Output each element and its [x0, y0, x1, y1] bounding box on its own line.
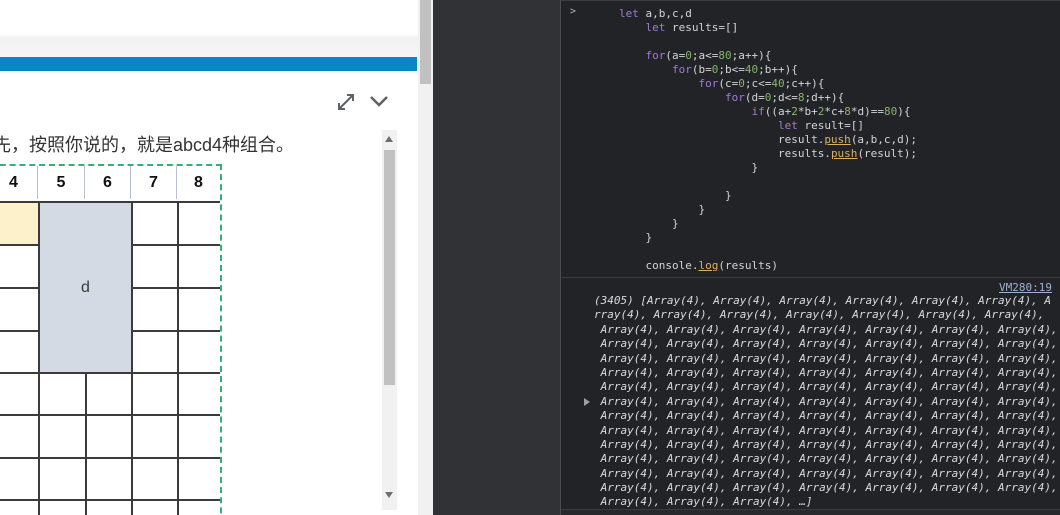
console-output-line: Array(4), Array(4), Array(4), Array(4), … — [594, 466, 1058, 480]
page-scrollbar-thumb[interactable] — [420, 0, 431, 84]
console-output-line: Array(4), Array(4), Array(4), Array(4), … — [594, 437, 1058, 451]
console-output-line: Array(4), Array(4), Array(4), Array(4), … — [584, 395, 1058, 409]
code-line[interactable]: } — [619, 161, 917, 175]
page-panel: 先，按照你说的，就是abcd4种组合。 45678 d — [0, 0, 433, 515]
code-line[interactable]: } — [619, 217, 917, 231]
code-line[interactable]: result.push(a,b,c,d); — [619, 133, 917, 147]
console-output-line: Array(4), Array(4), Array(4), Array(4), … — [594, 452, 1058, 466]
code-line[interactable]: } — [619, 203, 917, 217]
chevron-down-icon[interactable] — [368, 95, 390, 114]
code-line[interactable] — [619, 35, 917, 49]
scroll-up-icon[interactable] — [385, 136, 393, 142]
code-line[interactable]: } — [619, 189, 917, 203]
code-line[interactable]: let results=[] — [619, 21, 917, 35]
page-scrollbar[interactable] — [418, 0, 433, 515]
console-output-line: Array(4), Array(4), Array(4), Array(4), … — [594, 351, 1058, 365]
console-output-line: Array(4), Array(4), Array(4), Array(4), … — [594, 423, 1058, 437]
grid-line — [177, 201, 179, 515]
console-output-line: Array(4), Array(4), Array(4), Array(4), … — [594, 409, 1058, 423]
content-scrollbar-thumb[interactable] — [384, 150, 395, 385]
caption-text: 先，按照你说的，就是abcd4种组合。 — [0, 135, 295, 155]
console-output-line: Array(4), Array(4), Array(4), …] — [594, 495, 813, 509]
code-line[interactable]: let a,b,c,d — [619, 7, 917, 21]
grid-line — [0, 457, 220, 459]
code-line[interactable] — [619, 175, 917, 189]
spreadsheet-selection: 45678 d — [0, 164, 222, 515]
console-entry-separator — [561, 277, 1060, 278]
code-line[interactable]: let result=[] — [619, 119, 917, 133]
code-line[interactable]: for(c=0;c<=40;c++){ — [619, 77, 917, 91]
console-output-line: Array(4), Array(4), Array(4), Array(4), … — [594, 481, 1058, 495]
merged-cell-label: d — [81, 278, 90, 296]
console-prompt-icon: > — [570, 6, 577, 17]
console-output: (3405) [Array(4), Array(4), Array(4), Ar… — [584, 294, 1058, 510]
code-line[interactable]: results.push(result); — [619, 147, 917, 161]
column-header: 4 — [0, 166, 38, 199]
console-panel: > let a,b,c,d let results=[] for(a=0;a<=… — [560, 0, 1060, 515]
merged-cell-d: d — [38, 201, 133, 374]
expander-triangle-icon[interactable] — [584, 398, 590, 407]
table-grid: d — [0, 201, 220, 515]
code-line[interactable]: } — [619, 231, 917, 245]
console-output-line: Array(4), Array(4), Array(4), Array(4), … — [594, 337, 1058, 351]
scroll-down-icon[interactable] — [385, 492, 393, 498]
console-output-line: (3405) [Array(4), Array(4), Array(4), Ar… — [594, 294, 1051, 307]
column-header: 6 — [85, 166, 131, 199]
content-scrollbar[interactable] — [382, 130, 397, 510]
console-output-line: Array(4), Array(4), Array(4), Array(4), … — [594, 322, 1058, 336]
console-output-line: Array(4), Array(4), Array(4), Array(4), … — [594, 365, 1058, 379]
code-line[interactable]: for(b=0;b<=40;b++){ — [619, 63, 917, 77]
expand-icon[interactable] — [335, 91, 357, 118]
card-controls — [330, 88, 400, 116]
page-top-band — [0, 0, 418, 57]
accent-divider-bar — [0, 57, 417, 71]
code-line[interactable]: for(a=0;a<=80;a++){ — [619, 49, 917, 63]
column-header: 7 — [131, 166, 177, 199]
table-header-row: 45678 — [0, 166, 220, 199]
source-location-link[interactable]: VM280:19 — [999, 281, 1052, 294]
console-input-code[interactable]: let a,b,c,d let results=[] for(a=0;a<=80… — [619, 7, 917, 273]
devtools-panel: > let a,b,c,d let results=[] for(a=0;a<=… — [433, 0, 1060, 515]
grid-line — [0, 499, 220, 501]
code-line[interactable]: for(d=0;d<=8;d++){ — [619, 91, 917, 105]
code-line[interactable]: if((a+2*b+2*c+8*d)==80){ — [619, 105, 917, 119]
grid-line — [0, 414, 220, 416]
console-output-line: rray(4), Array(4), Array(4), Array(4), A… — [594, 308, 1045, 322]
console-output-line: Array(4), Array(4), Array(4), Array(4), … — [594, 380, 1058, 394]
code-line[interactable]: console.log(results) — [619, 259, 917, 273]
column-header: 5 — [38, 166, 85, 199]
highlighted-cell — [0, 203, 38, 244]
console-bottom-strip — [561, 510, 1060, 515]
column-header: 8 — [194, 174, 203, 191]
code-line[interactable] — [619, 245, 917, 259]
